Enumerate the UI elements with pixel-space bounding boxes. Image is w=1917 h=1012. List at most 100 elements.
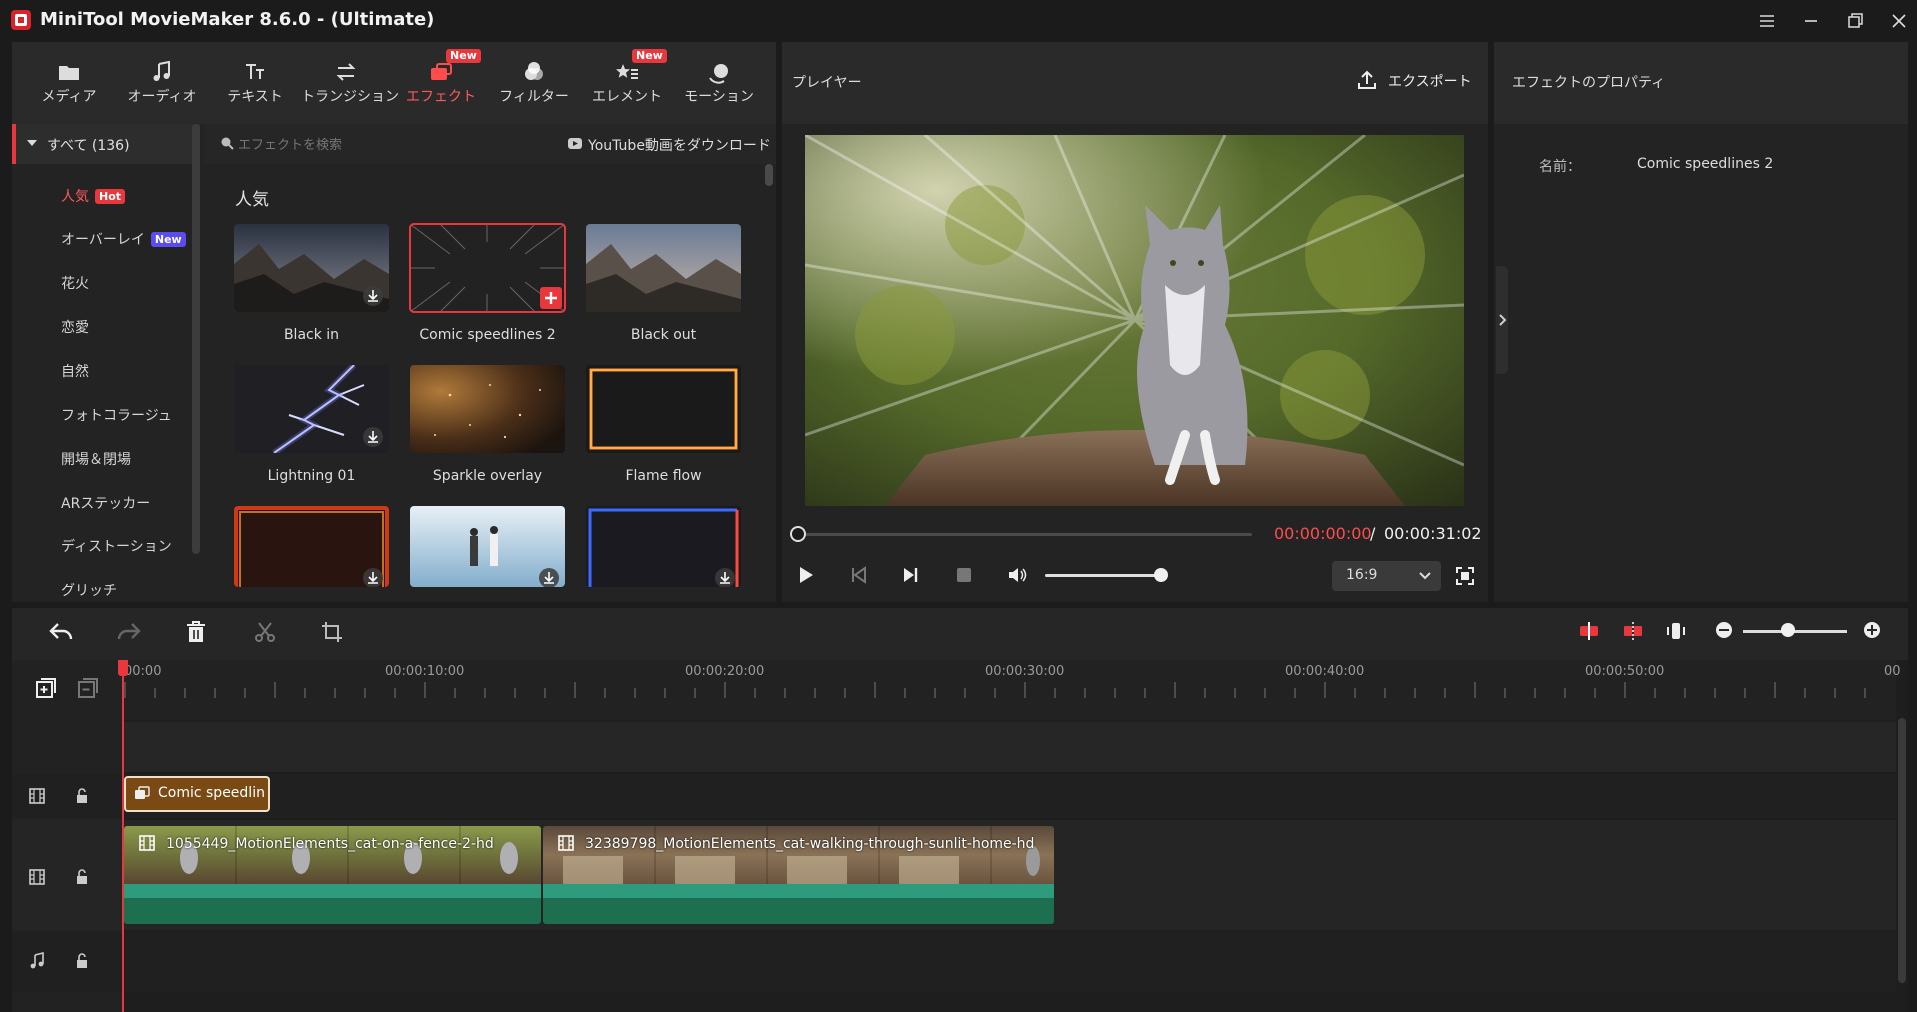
zoom-out-icon[interactable] [1714,620,1734,640]
add-track-icon[interactable] [34,676,58,700]
aspect-ratio-select[interactable]: 16:9 [1332,561,1441,591]
timeline-scrollbar[interactable] [1898,718,1906,983]
new-badge: New [632,49,667,63]
category-open-close[interactable]: 開場＆閉場 [61,449,131,469]
chevron-right-icon [1497,313,1507,327]
clip-bar [543,884,1054,898]
category-distortion[interactable]: ディストーション [61,536,172,556]
effect-thumb-flame-flow[interactable] [586,365,741,453]
video-clip[interactable]: 1055449_MotionElements_cat-on-a-fence-2-… [124,826,541,924]
delete-icon[interactable] [184,620,208,644]
maximize-icon[interactable] [1842,8,1868,34]
tab-transition[interactable]: トランジション [301,42,399,124]
fit-timeline-icon[interactable] [1665,620,1687,642]
effects-scrollbar[interactable] [765,164,773,186]
download-icon[interactable] [363,427,383,447]
effect-thumb-black-out[interactable] [586,224,741,312]
film-track-icon [28,787,46,805]
close-icon[interactable] [1886,8,1912,34]
player-header: プレイヤー エクスポート [782,42,1488,124]
clip-bar [543,898,1054,924]
fullscreen-icon[interactable] [1454,565,1476,587]
category-overlay[interactable]: オーバーレイ New [61,229,186,249]
split-clip-icon[interactable] [1578,620,1600,642]
playhead-handle[interactable] [118,660,128,676]
tab-label: テキスト [227,89,283,105]
tab-text[interactable]: テキスト [210,42,300,124]
next-frame-icon[interactable] [900,564,922,586]
play-icon[interactable] [794,564,816,586]
split-icon[interactable] [253,620,277,644]
seek-handle[interactable] [790,526,806,542]
category-label: 人気 [61,189,89,205]
volume-handle[interactable] [1154,568,1168,582]
remove-track-icon[interactable] [76,676,100,700]
youtube-download-label: YouTube動画をダウンロード [588,138,771,154]
minimize-icon[interactable] [1798,8,1824,34]
ruler-label: 00:00:40:00 [1285,664,1365,679]
download-icon[interactable] [363,568,383,587]
music-track-icon [28,952,46,970]
video-clip[interactable]: 32389798_MotionElements_cat-walking-thro… [543,826,1054,924]
menu-icon[interactable] [1754,8,1780,34]
effect-thumb-lightning-01[interactable] [234,365,389,453]
panel-collapse-toggle[interactable] [1496,266,1508,374]
zoom-slider[interactable] [1743,630,1847,633]
effect-thumb-neon-frame[interactable] [586,506,741,587]
category-nature[interactable]: 自然 [61,361,89,381]
add-icon[interactable] [540,287,562,309]
player-title: プレイヤー [792,75,862,91]
effect-thumb-comic-speedlines-2[interactable] [409,223,566,313]
new-badge: New [150,232,186,247]
lock-icon[interactable] [74,952,90,970]
download-icon[interactable] [715,568,735,587]
video-preview[interactable] [805,135,1464,506]
effect-thumb-fire-frame[interactable] [234,506,389,587]
clip-bar [124,884,541,898]
effect-track[interactable] [12,774,1896,818]
trim-clip-icon[interactable] [1622,620,1644,642]
download-icon[interactable] [539,568,559,587]
category-romance[interactable]: 恋愛 [61,317,89,337]
tab-effects[interactable]: New エフェクト [396,42,486,124]
tab-motion[interactable]: モーション [674,42,764,124]
previous-frame-icon[interactable] [847,564,869,586]
seek-bar[interactable] [797,533,1252,536]
tab-label: エフェクト [406,89,476,105]
audio-track[interactable] [12,932,1896,992]
category-glitch[interactable]: グリッチ [61,580,117,600]
redo-icon[interactable] [116,620,142,644]
tab-elements[interactable]: New エレメント [582,42,672,124]
undo-icon[interactable] [48,620,74,644]
lock-icon[interactable] [74,787,90,805]
effect-clip[interactable]: Comic speedlin [124,776,270,812]
volume-icon[interactable] [1006,564,1028,586]
effect-label: Flame flow [625,468,702,484]
tab-media[interactable]: メディア [24,42,114,124]
effect-thumb-black-in[interactable] [234,224,389,312]
category-all[interactable]: すべて (136) [12,124,200,164]
category-scrollbar[interactable] [192,124,200,554]
effect-thumb-sparkle-overlay[interactable] [410,365,565,453]
effects-search-input[interactable] [236,132,480,158]
category-ar-sticker[interactable]: ARステッカー [61,493,150,513]
volume-slider[interactable] [1045,574,1160,577]
export-button[interactable]: エクスポート [1356,64,1476,98]
tab-label: モーション [684,89,754,105]
effect-thumb-couple-frame[interactable] [410,506,565,587]
lock-icon[interactable] [74,868,90,886]
crop-icon[interactable] [320,620,344,644]
tab-audio[interactable]: オーディオ [117,42,207,124]
category-photo-collage[interactable]: フォトコラージュ [61,405,172,425]
app-title: MiniTool MovieMaker 8.6.0 - (Ultimate) [40,9,435,30]
zoom-handle[interactable] [1781,623,1795,637]
playhead[interactable] [122,660,124,1012]
empty-track[interactable] [124,722,1896,772]
tab-filter[interactable]: フィルター [489,42,579,124]
clip-bar [124,898,541,924]
category-fireworks[interactable]: 花火 [61,273,89,293]
zoom-in-icon[interactable] [1862,620,1882,640]
stop-icon[interactable] [953,564,975,586]
category-popular[interactable]: 人気 Hot [61,186,126,206]
download-icon[interactable] [363,286,383,306]
